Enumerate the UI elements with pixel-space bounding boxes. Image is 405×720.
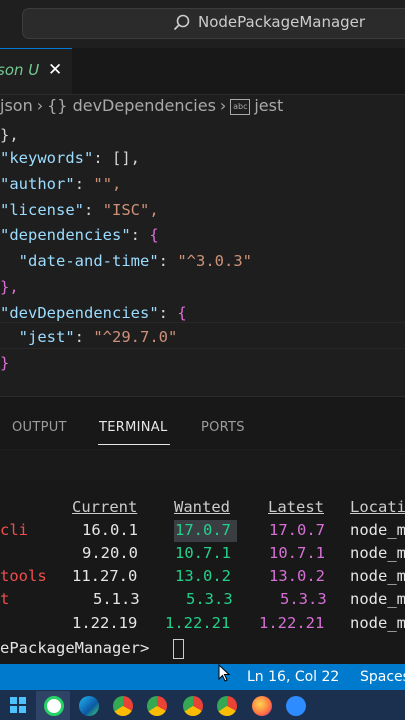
package-name: tools [0, 567, 47, 585]
current-version: 1.22.19 [72, 614, 138, 632]
wanted-version: 17.0.7 [175, 521, 231, 539]
wanted-version: 1.22.21 [165, 614, 231, 632]
tab-label: son U [0, 61, 40, 79]
latest-version: 1.22.21 [259, 614, 325, 632]
location: node_m [350, 567, 405, 585]
column-header: Current [72, 498, 138, 516]
code-line: }, [0, 278, 19, 296]
zoom-icon[interactable] [286, 696, 306, 716]
chrome-profile-icon[interactable] [147, 696, 167, 716]
package-name: t [0, 590, 10, 608]
column-header: Locati [350, 498, 405, 516]
breadcrumb-leaf[interactable]: jest [254, 96, 283, 115]
breadcrumb: json ›{} devDependencies › abc jest [0, 96, 283, 122]
code-line: "jest": "^29.7.0" [0, 328, 178, 346]
code-line: "license": "ISC", [0, 201, 159, 219]
package-name: cli [0, 521, 28, 539]
mouse-pointer-icon [218, 664, 230, 682]
column-header: Latest [268, 498, 324, 516]
current-version: 5.1.3 [93, 590, 140, 608]
chevron-right-icon: › [219, 96, 227, 115]
terminal-prompt: ePackageManager> [0, 639, 150, 657]
edge-icon[interactable] [79, 696, 99, 716]
cursor-position[interactable]: Ln 16, Col 22 [247, 669, 339, 685]
tab-output[interactable]: OUTPUT [12, 420, 67, 435]
terminal-cursor [173, 639, 184, 659]
current-version: 9.20.0 [82, 544, 138, 562]
current-version: 16.0.1 [82, 521, 138, 539]
wanted-version: 10.7.1 [175, 544, 231, 562]
chevron-right-icon: › [36, 96, 44, 115]
breadcrumb-section[interactable]: {} devDependencies [47, 96, 216, 115]
chrome-icon[interactable] [113, 696, 133, 716]
code-line: "devDependencies": { [0, 304, 187, 322]
latest-version: 5.3.3 [280, 590, 327, 608]
whatsapp-icon[interactable] [44, 696, 64, 716]
tab-terminal[interactable]: TERMINAL [99, 420, 168, 435]
chrome-profile2-icon[interactable] [183, 696, 203, 716]
location: node_m [350, 614, 405, 632]
firefox-icon[interactable] [252, 696, 272, 716]
code-editor[interactable]: }, "keywords": [], "author": "", "licens… [0, 122, 405, 387]
tab-ports[interactable]: PORTS [201, 420, 245, 435]
location: node_m [350, 521, 405, 539]
code-line: "keywords": [], [0, 149, 141, 167]
code-line: } [0, 354, 10, 372]
start-icon[interactable] [10, 697, 26, 713]
wanted-version: 13.0.2 [175, 567, 231, 585]
latest-version: 13.0.2 [269, 567, 325, 585]
close-icon[interactable]: ✕ [48, 60, 62, 80]
code-line: "author": "", [0, 175, 122, 193]
string-symbol-icon: abc [230, 99, 251, 115]
current-version: 11.27.0 [72, 567, 138, 585]
chrome-profile3-icon[interactable] [217, 696, 237, 716]
active-tab-indicator [98, 444, 170, 445]
column-header: Wanted [174, 498, 230, 516]
breadcrumb-file[interactable]: json [0, 96, 33, 115]
latest-version: 17.0.7 [269, 521, 325, 539]
status-bar [0, 664, 405, 690]
search-label: NodePackageManager [198, 13, 366, 31]
location: node_m [350, 544, 405, 562]
latest-version: 10.7.1 [269, 544, 325, 562]
code-line: "dependencies": { [0, 226, 159, 244]
search-icon [173, 14, 190, 31]
code-line: "date-and-time": "^3.0.3" [0, 252, 252, 270]
wanted-version: 5.3.3 [186, 590, 233, 608]
location: node_m [350, 590, 405, 608]
terminal-toolbar [0, 450, 405, 480]
indentation[interactable]: Spaces [360, 669, 405, 685]
